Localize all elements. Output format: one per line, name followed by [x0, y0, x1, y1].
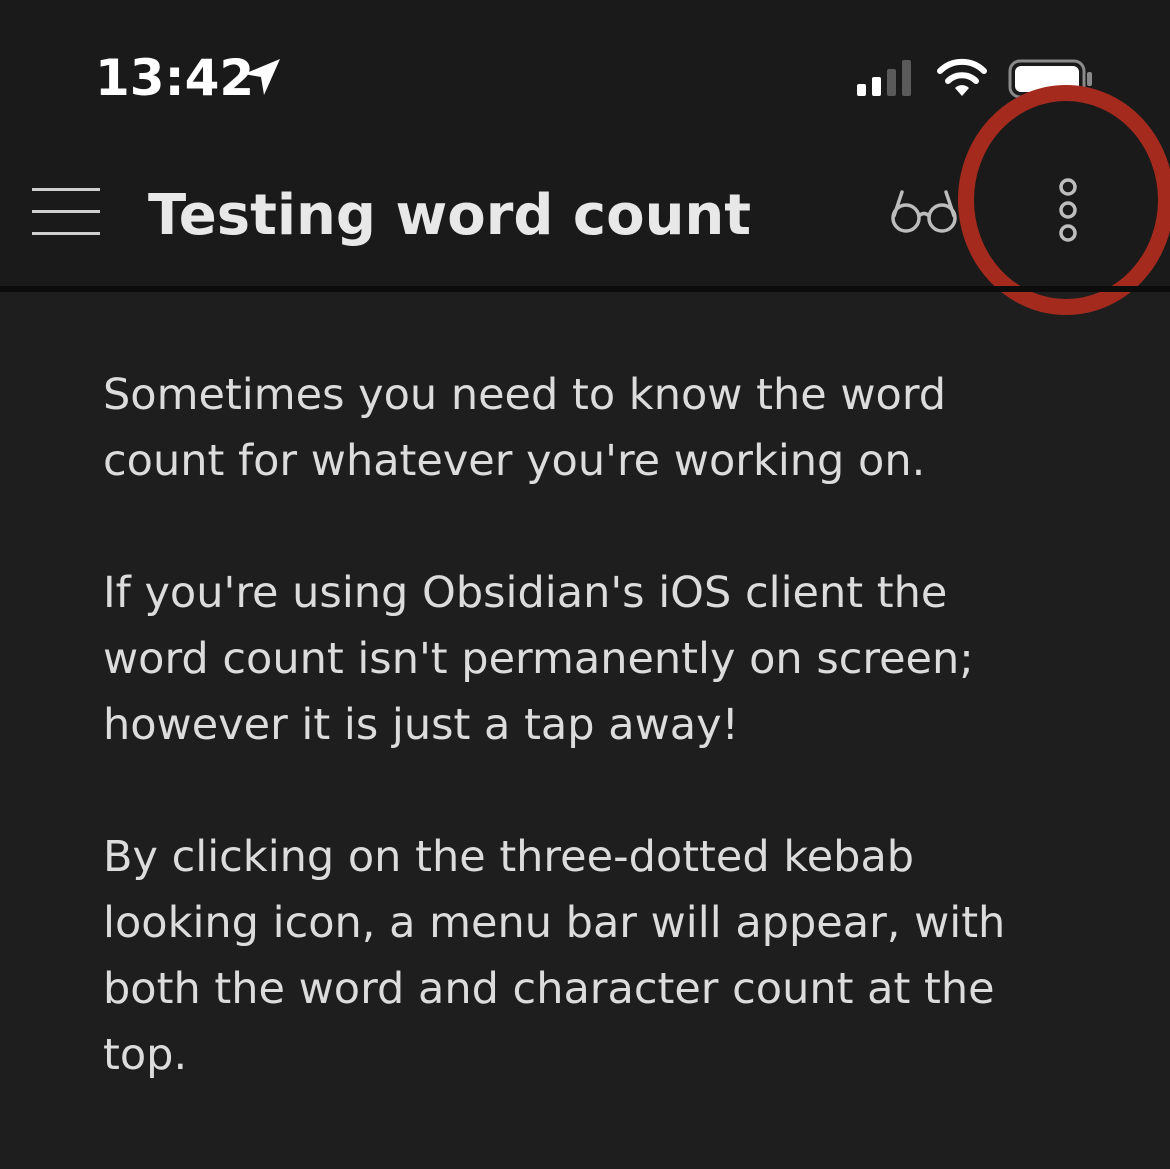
paragraph-line: count for whatever you're working on. [103, 436, 926, 486]
header-divider [0, 286, 1170, 292]
wifi-icon [937, 58, 987, 96]
glasses-icon[interactable] [888, 186, 960, 236]
paragraph: If you're using Obsidian's iOS client th… [103, 560, 1063, 758]
paragraph: By clicking on the three-dotted kebab lo… [103, 824, 1063, 1088]
paragraph-line: looking icon, a menu bar will appear, wi… [103, 898, 1006, 948]
paragraph-line: top. [103, 1030, 188, 1080]
paragraph-line: Sometimes you need to know the word [103, 370, 947, 420]
paragraph-line: By clicking on the three-dotted kebab [103, 832, 915, 882]
paragraph: Sometimes you need to know the word coun… [103, 362, 1063, 494]
cellular-signal-icon [857, 60, 911, 96]
page-title: Testing word count [148, 183, 752, 248]
status-bar: 13:42 [0, 0, 1170, 150]
kebab-menu-icon[interactable] [1040, 170, 1096, 250]
location-arrow-icon [244, 59, 280, 95]
note-content[interactable]: Sometimes you need to know the word coun… [103, 362, 1063, 1154]
paragraph-line: If you're using Obsidian's iOS client th… [103, 568, 948, 618]
hamburger-menu-icon[interactable] [30, 186, 102, 238]
paragraph-line: however it is just a tap away! [103, 700, 739, 750]
status-time: 13:42 [95, 49, 255, 107]
battery-icon [1008, 59, 1092, 99]
paragraph-line: both the word and character count at the [103, 964, 995, 1014]
paragraph-line: word count isn't permanently on screen; [103, 634, 974, 684]
